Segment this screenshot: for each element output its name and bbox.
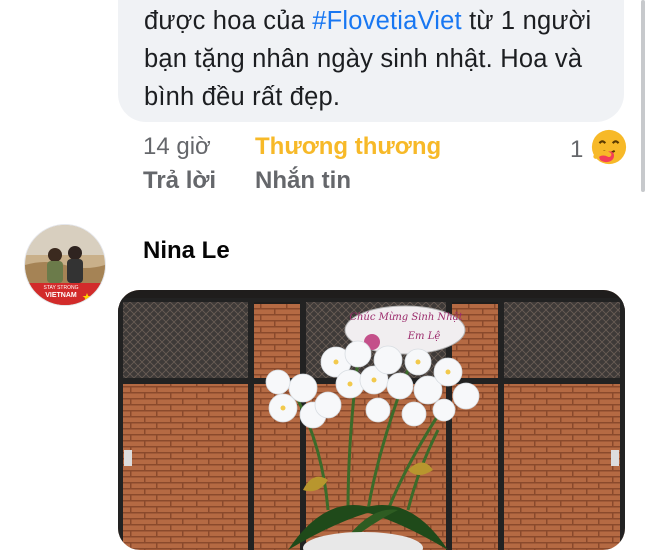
photo-sign-line1: Chúc Mừng Sinh Nhật <box>349 312 463 323</box>
comment-text-before: được hoa của <box>144 7 313 35</box>
comment-author-name[interactable]: Nina Le <box>143 237 230 265</box>
photo-sign-line2: Em Lệ <box>407 331 441 342</box>
reaction-button[interactable]: Thương thương <box>255 133 441 161</box>
scrollbar-thumb[interactable] <box>641 0 645 192</box>
comment-bubble: được hoa của #FlovetiaViet từ 1 người bạ… <box>118 0 624 122</box>
avatar-badge-top: STAY STRONG <box>43 285 79 291</box>
reply-button[interactable]: Trả lời <box>143 167 216 195</box>
avatar-badge-bottom: VIETNAM <box>45 292 77 299</box>
comment-text: được hoa của #FlovetiaViet từ 1 người bạ… <box>144 2 602 116</box>
care-reaction-icon[interactable] <box>590 128 628 166</box>
comment-photo[interactable]: Chúc Mừng Sinh Nhật Em Lệ <box>118 290 625 550</box>
comment-timestamp[interactable]: 14 giờ <box>143 133 211 161</box>
message-button[interactable]: Nhắn tin <box>255 167 351 195</box>
reaction-count[interactable]: 1 <box>570 136 583 164</box>
flower-photo <box>118 290 625 550</box>
hashtag-link[interactable]: #FlovetiaViet <box>312 7 462 35</box>
scrollbar[interactable] <box>639 0 649 195</box>
avatar[interactable]: STAY STRONG VIETNAM <box>24 224 106 306</box>
